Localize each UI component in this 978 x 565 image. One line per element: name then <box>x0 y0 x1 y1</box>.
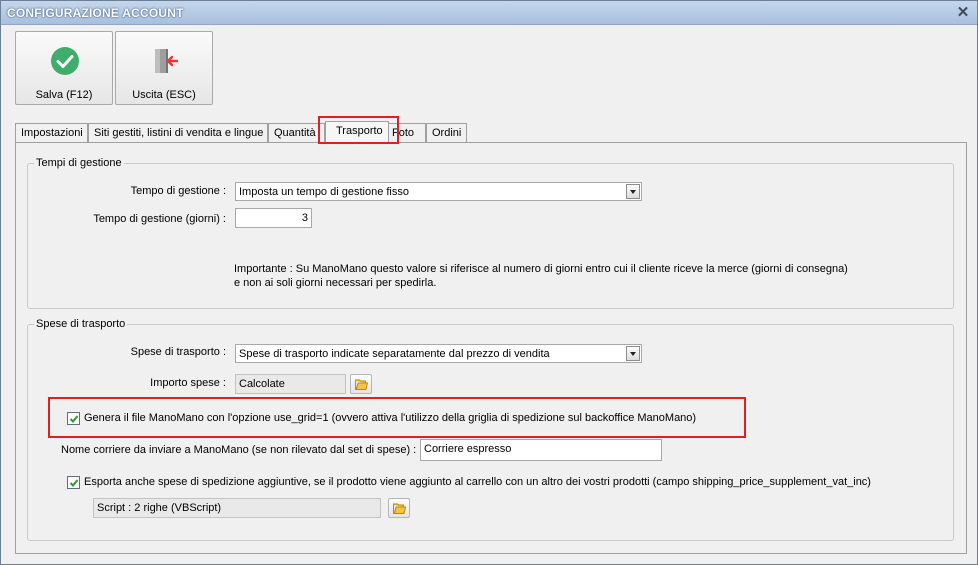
handling-days-label: Tempo di gestione (giorni) : <box>93 213 226 225</box>
folder-icon <box>355 379 368 390</box>
checkmark-circle-icon <box>51 47 79 75</box>
title-bar: CONFIGURAZIONE ACCOUNT ✕ <box>1 1 977 25</box>
use-grid-highlight <box>48 397 746 438</box>
config-window: CONFIGURAZIONE ACCOUNT ✕ Salva (F12) Usc… <box>0 0 978 565</box>
shipping-amount-value: Calcolate <box>239 378 285 390</box>
carrier-value: Corriere espresso <box>424 443 512 455</box>
tab-impostazioni[interactable]: Impostazioni <box>15 123 88 143</box>
tab-siti[interactable]: Siti gestiti, listini di vendita e lingu… <box>88 123 268 143</box>
close-icon[interactable]: ✕ <box>955 5 971 21</box>
chevron-down-icon[interactable] <box>626 184 640 199</box>
shipping-costs-value: Spese di trasporto indicate separatament… <box>239 348 550 360</box>
tab-content: Tempi di gestione Tempo di gestione : Im… <box>15 142 967 554</box>
shipping-amount-label: Importo spese : <box>150 377 226 389</box>
tab-label: Ordini <box>432 127 462 139</box>
handling-time-label: Tempo di gestione : <box>130 185 226 197</box>
shipping-amount-browse-button[interactable] <box>350 374 372 394</box>
script-value: Script : 2 righe (VBScript) <box>97 502 222 514</box>
tab-label: Siti gestiti, listini di vendita e lingu… <box>94 127 264 139</box>
export-extra-checkbox[interactable] <box>67 476 80 489</box>
tab-highlight <box>318 116 399 144</box>
handling-note-line2: e non ai soli giorni necessari per spedi… <box>234 277 437 289</box>
tab-ordini[interactable]: Ordini <box>426 123 467 143</box>
exit-button[interactable]: Uscita (ESC) <box>115 31 213 105</box>
chevron-down-icon[interactable] <box>626 346 640 361</box>
handling-days-value: 3 <box>301 212 308 224</box>
handling-group-title: Tempi di gestione <box>34 157 124 169</box>
handling-time-value: Imposta un tempo di gestione fisso <box>239 186 409 198</box>
handling-time-select[interactable]: Imposta un tempo di gestione fisso <box>235 182 642 201</box>
tab-label: Quantità <box>274 127 316 139</box>
save-button-label: Salva (F12) <box>35 89 93 101</box>
script-browse-button[interactable] <box>388 498 410 518</box>
carrier-input[interactable]: Corriere espresso <box>420 439 662 461</box>
shipping-costs-label: Spese di trasporto : <box>130 346 226 358</box>
exit-button-label: Uscita (ESC) <box>132 89 196 101</box>
handling-note-line1: Importante : Su ManoMano questo valore s… <box>234 263 848 275</box>
export-extra-label: Esporta anche spese di spedizione aggiun… <box>84 476 871 488</box>
tab-label: Impostazioni <box>21 127 83 139</box>
tab-quantita[interactable]: Quantità <box>268 123 325 143</box>
shipping-costs-select[interactable]: Spese di trasporto indicate separatament… <box>235 344 642 363</box>
carrier-label: Nome corriere da inviare a ManoMano (se … <box>61 444 417 456</box>
door-exit-icon <box>155 49 179 73</box>
shipping-amount-field[interactable]: Calcolate <box>235 374 346 394</box>
window-title: CONFIGURAZIONE ACCOUNT <box>7 6 184 20</box>
shipping-group-title: Spese di trasporto <box>34 318 128 330</box>
checkmark-icon <box>69 479 79 487</box>
folder-icon <box>393 503 406 514</box>
handling-days-input[interactable]: 3 <box>235 208 312 228</box>
save-button[interactable]: Salva (F12) <box>15 31 113 105</box>
script-field[interactable]: Script : 2 righe (VBScript) <box>93 498 381 518</box>
